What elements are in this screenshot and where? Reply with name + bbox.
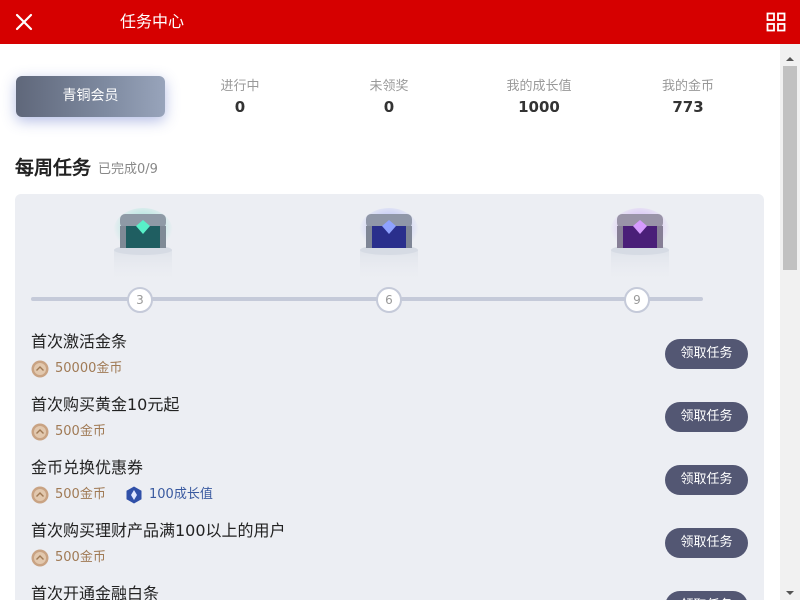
task-title: 首次购买黄金10元起 <box>31 395 180 414</box>
task-title: 金币兑换优惠券 <box>31 458 144 477</box>
coin-icon <box>31 423 49 441</box>
scroll-up-arrow-icon[interactable] <box>780 50 800 62</box>
claim-task-button[interactable]: 领取任务 <box>665 591 748 600</box>
reward-coins: 500金币 <box>55 424 106 439</box>
stat-coins[interactable]: 我的金币 773 <box>618 78 758 117</box>
claim-task-button[interactable]: 领取任务 <box>665 528 748 558</box>
task-title: 首次激活金条 <box>31 332 128 351</box>
growth-hexagon-icon <box>125 486 143 504</box>
section-title: 每周任务 <box>15 157 92 179</box>
coin-icon <box>31 549 49 567</box>
coin-icon <box>31 486 49 504</box>
milestone-node: 6 <box>376 287 402 313</box>
stat-value: 0 <box>234 98 246 116</box>
coin-icon <box>31 360 49 378</box>
purple-chest-icon[interactable] <box>605 204 675 284</box>
stat-growth[interactable]: 我的成长值 1000 <box>469 78 609 117</box>
scroll-thumb[interactable] <box>783 66 797 270</box>
scroll-down-arrow-icon[interactable] <box>780 584 800 596</box>
page-title: 任务中心 <box>120 12 185 31</box>
header-bar: 任务中心 <box>0 0 800 44</box>
member-level-badge[interactable]: 青铜会员 <box>16 76 165 117</box>
stat-value: 0 <box>383 98 395 116</box>
stat-value: 773 <box>672 98 704 116</box>
teal-chest-icon[interactable] <box>108 204 178 284</box>
task-title: 首次购买理财产品满100以上的用户 <box>31 521 286 540</box>
stat-unclaimed[interactable]: 未领奖 0 <box>319 78 459 117</box>
blue-chest-icon[interactable] <box>354 204 424 284</box>
reward-coins: 500金币 <box>55 550 106 565</box>
reward-coins: 50000金币 <box>55 361 123 376</box>
claim-task-button[interactable]: 领取任务 <box>665 339 748 369</box>
stat-label: 未领奖 <box>369 79 409 94</box>
grid-icon[interactable] <box>766 12 786 32</box>
claim-task-button[interactable]: 领取任务 <box>665 465 748 495</box>
milestone-node: 9 <box>624 287 650 313</box>
stat-label: 我的金币 <box>661 79 714 94</box>
scrollbar[interactable] <box>780 44 800 600</box>
claim-task-button[interactable]: 领取任务 <box>665 402 748 432</box>
reward-coins: 500金币 <box>55 487 106 502</box>
stat-label: 进行中 <box>220 79 260 94</box>
milestone-node: 3 <box>127 287 153 313</box>
stat-value: 1000 <box>518 98 560 116</box>
close-icon[interactable] <box>12 10 36 34</box>
section-progress-text: 已完成0/9 <box>98 162 158 177</box>
stat-label: 我的成长值 <box>506 79 572 94</box>
task-title: 首次开通金融白条 <box>31 584 160 600</box>
stat-in-progress[interactable]: 进行中 0 <box>170 78 310 117</box>
reward-growth: 100成长值 <box>149 487 213 502</box>
